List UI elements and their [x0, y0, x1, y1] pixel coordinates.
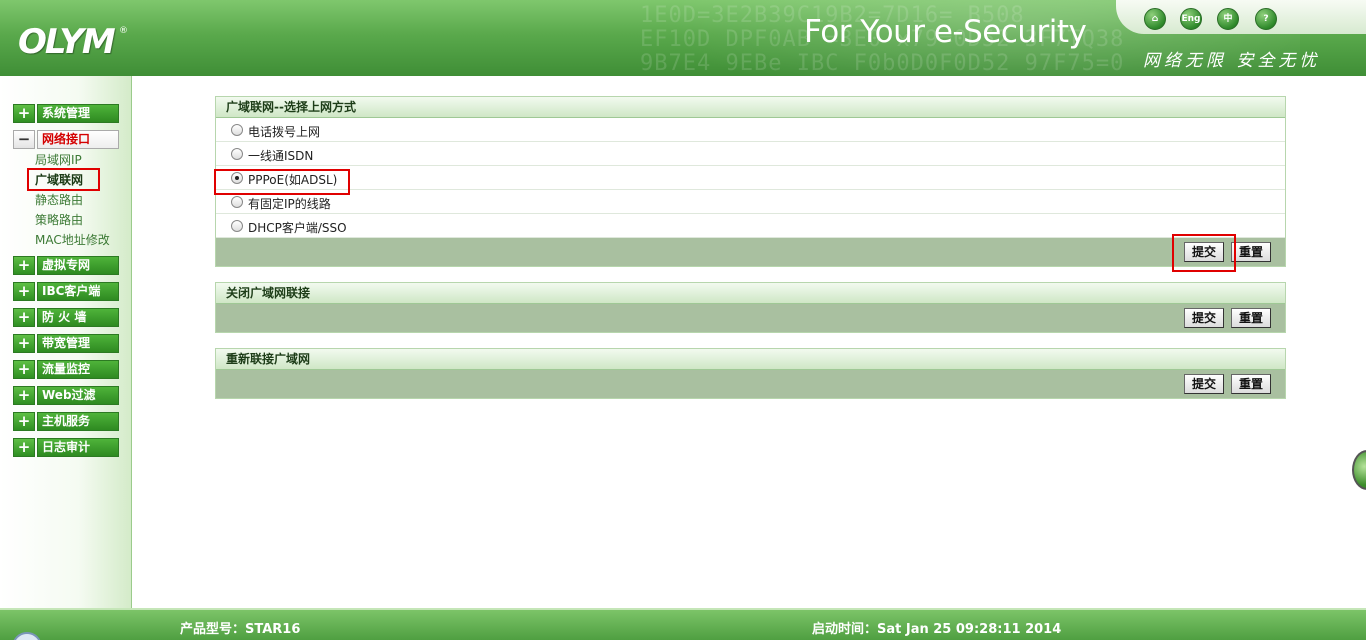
radio-button[interactable] [231, 148, 243, 160]
menu-label[interactable]: 流量监控 [37, 360, 119, 379]
panel-title: 重新联接广域网 [216, 349, 1285, 370]
option-dhcp[interactable]: DHCP客户端/SSO [216, 214, 1285, 238]
highlight-box [214, 169, 350, 195]
menu-system-management[interactable]: + 系统管理 [13, 104, 119, 123]
slogan-chinese: 网络无限 安全无忧 [1143, 51, 1321, 71]
menu-firewall[interactable]: + 防 火 墙 [13, 308, 119, 327]
option-label: DHCP客户端/SSO [248, 221, 347, 235]
expand-icon[interactable]: + [13, 386, 35, 405]
expand-icon[interactable]: + [13, 256, 35, 275]
expand-icon[interactable]: + [13, 360, 35, 379]
option-dialup[interactable]: 电话拨号上网 [216, 118, 1285, 142]
submit-button[interactable]: 提交 [1184, 308, 1224, 328]
button-bar: 提交 重置 [216, 238, 1285, 266]
main-content: 广域联网--选择上网方式 电话拨号上网 一线通ISDN PPPoE(如ADSL)… [132, 76, 1366, 608]
expand-icon[interactable]: + [13, 308, 35, 327]
top-icon-bar: ⌂ Eng 中 ? [1116, 0, 1366, 34]
button-bar: 提交 重置 [216, 370, 1285, 398]
highlight-box [27, 168, 100, 191]
menu-ibc-client[interactable]: + IBC客户端 [13, 282, 119, 301]
panel-title: 关闭广域网联接 [216, 283, 1285, 304]
menu-network-interface[interactable]: − 网络接口 [13, 130, 119, 149]
registered-mark: ® [119, 26, 128, 36]
olym-logo: OLYM [18, 22, 116, 62]
menu-web-filter[interactable]: + Web过滤 [13, 386, 119, 405]
button-bar: 提交 重置 [216, 304, 1285, 332]
reset-button[interactable]: 重置 [1231, 308, 1271, 328]
boot-time: 启动时间：Sat Jan 25 09:28:11 2014 [812, 622, 1062, 637]
expand-icon[interactable]: + [13, 104, 35, 123]
expand-icon[interactable]: + [13, 334, 35, 353]
subitem-mac-change[interactable]: MAC地址修改 [35, 231, 110, 249]
option-pppoe[interactable]: PPPoE(如ADSL) [216, 166, 1285, 190]
menu-label[interactable]: 主机服务 [37, 412, 119, 431]
chinese-icon[interactable]: 中 [1217, 8, 1239, 30]
menu-label[interactable]: 系统管理 [37, 104, 119, 123]
english-icon[interactable]: Eng [1180, 8, 1202, 30]
submit-button[interactable]: 提交 [1184, 374, 1224, 394]
subitem-lan-ip[interactable]: 局域网IP [35, 151, 82, 169]
menu-label[interactable]: 虚拟专网 [37, 256, 119, 275]
option-isdn[interactable]: 一线通ISDN [216, 142, 1285, 166]
menu-label[interactable]: 带宽管理 [37, 334, 119, 353]
expand-icon[interactable]: + [13, 412, 35, 431]
option-label: 一线通ISDN [248, 149, 314, 163]
expand-icon[interactable]: + [13, 438, 35, 457]
subitem-static-route[interactable]: 静态路由 [35, 191, 83, 209]
subitem-policy-route[interactable]: 策略路由 [35, 211, 83, 229]
menu-host-service[interactable]: + 主机服务 [13, 412, 119, 431]
help-icon[interactable]: ? [1255, 8, 1277, 30]
menu-log-audit[interactable]: + 日志审计 [13, 438, 119, 457]
radio-button[interactable] [231, 124, 243, 136]
slogan: For Your e-Security [804, 14, 1087, 50]
sidebar: + 系统管理 − 网络接口 局域网IP 广域联网 静态路由 策略路由 MAC地址… [0, 76, 132, 608]
radio-button[interactable] [231, 196, 243, 208]
menu-label[interactable]: 防 火 墙 [37, 308, 119, 327]
expand-icon[interactable]: + [13, 282, 35, 301]
option-static-ip[interactable]: 有固定IP的线路 [216, 190, 1285, 214]
menu-label[interactable]: Web过滤 [37, 386, 119, 405]
panel-title: 广域联网--选择上网方式 [216, 97, 1285, 118]
product-model: 产品型号：STAR16 [180, 622, 301, 637]
menu-bandwidth[interactable]: + 带宽管理 [13, 334, 119, 353]
radio-button[interactable] [231, 220, 243, 232]
menu-label[interactable]: 网络接口 [37, 130, 119, 149]
highlight-box [1172, 234, 1236, 272]
option-label: 电话拨号上网 [248, 125, 321, 139]
menu-label[interactable]: 日志审计 [37, 438, 119, 457]
reconnect-wan-panel: 重新联接广域网 提交 重置 [215, 348, 1286, 399]
menu-traffic-monitor[interactable]: + 流量监控 [13, 360, 119, 379]
header-banner: 1E0D=3E2B39C19B2=7D16= B508 EF10D DPF0AB… [0, 0, 1366, 76]
collapse-icon[interactable]: − [13, 130, 35, 149]
reset-button[interactable]: 重置 [1231, 374, 1271, 394]
footer: 产品型号：STAR16 启动时间：Sat Jan 25 09:28:11 201… [0, 608, 1366, 640]
close-wan-panel: 关闭广域网联接 提交 重置 [215, 282, 1286, 333]
wan-mode-panel: 广域联网--选择上网方式 电话拨号上网 一线通ISDN PPPoE(如ADSL)… [215, 96, 1286, 267]
option-label: 有固定IP的线路 [248, 197, 331, 211]
menu-label[interactable]: IBC客户端 [37, 282, 119, 301]
menu-vpn[interactable]: + 虚拟专网 [13, 256, 119, 275]
home-icon[interactable]: ⌂ [1144, 8, 1166, 30]
reset-button[interactable]: 重置 [1231, 242, 1271, 262]
